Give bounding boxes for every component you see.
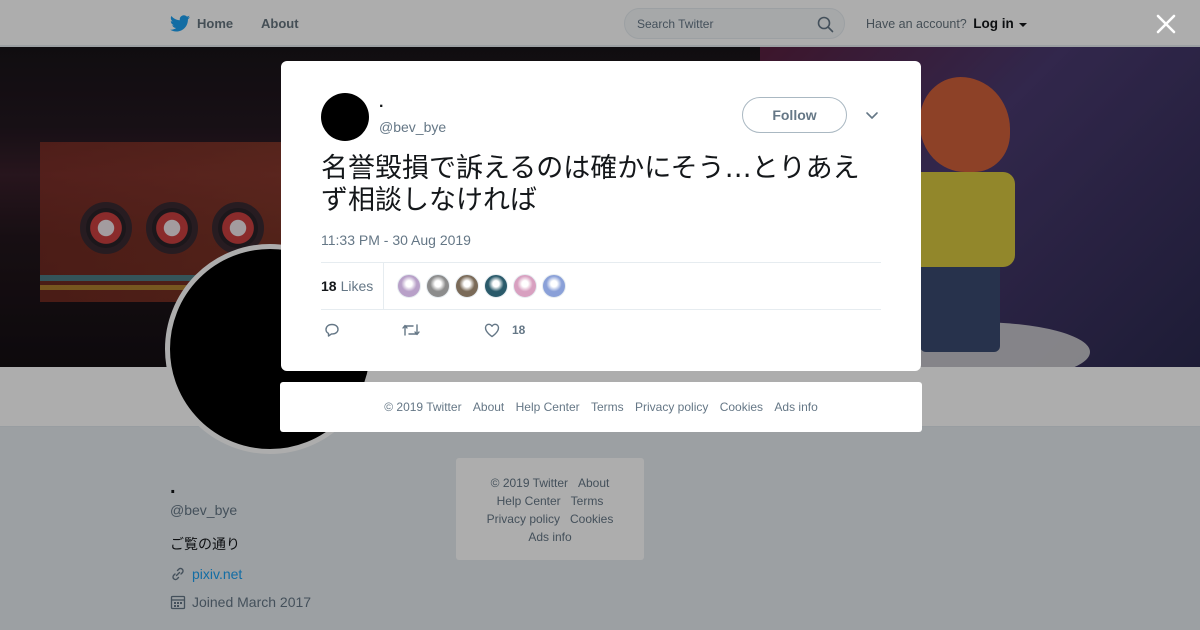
likes-number: 18: [321, 278, 337, 294]
footer-link-help[interactable]: Help Center: [516, 400, 580, 414]
tweet-author-handle[interactable]: @bev_bye: [379, 119, 446, 135]
close-icon[interactable]: [1152, 10, 1180, 38]
footer-link-about[interactable]: About: [473, 400, 504, 414]
liker-avatar[interactable]: [426, 274, 450, 298]
like-count: 18: [512, 323, 526, 337]
divider: [383, 263, 384, 310]
liker-avatar[interactable]: [542, 274, 566, 298]
footer-copyright: © 2019 Twitter: [384, 400, 462, 414]
liker-avatar[interactable]: [513, 274, 537, 298]
tweet-stats: 18 Likes: [321, 262, 881, 310]
heart-icon: [484, 323, 500, 338]
tweet-modal: . @bev_bye Follow 名誉毀損で訴えるのは確かにそう…とりあえず相…: [281, 61, 921, 371]
footer-link-cookies[interactable]: Cookies: [720, 400, 763, 414]
liker-avatar[interactable]: [455, 274, 479, 298]
reply-button[interactable]: [323, 321, 341, 339]
follow-button[interactable]: Follow: [742, 97, 847, 133]
retweet-icon: [402, 324, 420, 336]
tweet-timestamp[interactable]: 11:33 PM - 30 Aug 2019: [321, 232, 471, 248]
reply-icon: [325, 323, 339, 337]
modal-footer: © 2019 Twitter About Help Center Terms P…: [280, 382, 922, 432]
liker-avatar[interactable]: [484, 274, 508, 298]
chevron-down-icon[interactable]: [865, 109, 879, 121]
tweet-author-name[interactable]: .: [379, 94, 383, 112]
tweet-text: 名誉毀損で訴えるのは確かにそう…とりあえず相談しなければ: [321, 153, 860, 216]
footer-link-ads[interactable]: Ads info: [774, 400, 817, 414]
likers-avatars: [397, 274, 571, 298]
liker-avatar[interactable]: [397, 274, 421, 298]
footer-link-terms[interactable]: Terms: [591, 400, 624, 414]
tweet-actions: 18: [321, 319, 881, 343]
likes-label: Likes: [340, 278, 374, 294]
likes-count[interactable]: 18 Likes: [321, 278, 373, 294]
like-button[interactable]: 18: [483, 321, 525, 339]
footer-link-privacy[interactable]: Privacy policy: [635, 400, 708, 414]
retweet-button[interactable]: [401, 321, 421, 339]
tweet-author-avatar[interactable]: [321, 93, 369, 141]
